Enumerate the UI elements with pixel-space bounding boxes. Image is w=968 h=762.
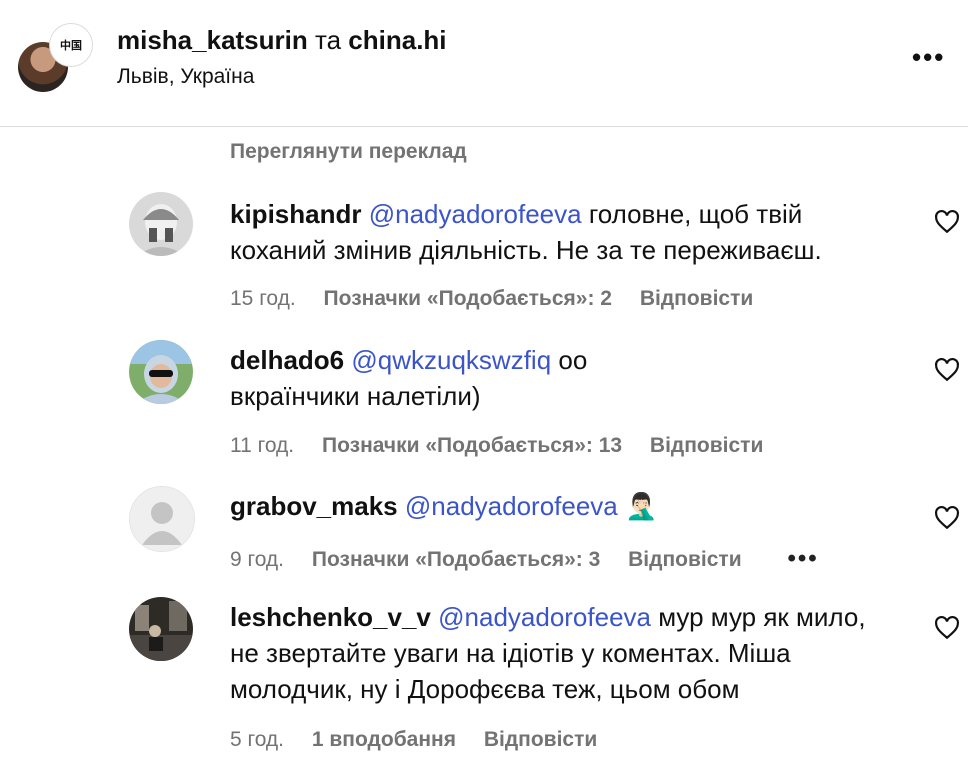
- comment-text: grabov_maks @nadyadorofeeva 🤦🏻‍♂️: [230, 488, 910, 524]
- comment-meta: 5 год. 1 вподобання Відповісти: [230, 728, 619, 752]
- facepalm-emoji: 🤦🏻‍♂️: [625, 491, 658, 521]
- mention-link[interactable]: @nadyadorofeeva: [369, 199, 582, 229]
- avatar-photo-icon: [129, 340, 193, 404]
- comment-text-line: мур мур як мило,: [651, 602, 866, 632]
- mention-link[interactable]: @nadyadorofeeva: [405, 491, 618, 521]
- commenter-username-link[interactable]: leshchenko_v_v: [230, 602, 431, 632]
- comment-meta: 9 год. Позначки «Подобається»: 3 Відпові…: [230, 545, 841, 573]
- comment-text-line: головне, щоб твій: [581, 199, 803, 229]
- reply-button[interactable]: Відповісти: [628, 548, 741, 571]
- comment-text: kipishandr @nadyadorofeeva головне, щоб …: [230, 196, 910, 268]
- mention-link[interactable]: @qwkzuqkswzfiq: [351, 345, 551, 375]
- likes-count-link[interactable]: Позначки «Подобається»: 3: [312, 548, 600, 571]
- comment-text: leshchenko_v_v @nadyadorofeeva мур мур я…: [230, 599, 910, 707]
- location-link[interactable]: Львів, Україна: [117, 65, 254, 89]
- like-heart-icon[interactable]: [934, 615, 960, 641]
- more-options-icon[interactable]: •••: [912, 42, 945, 73]
- collaborator-avatar-badge: 中国: [60, 40, 82, 52]
- commenter-avatar[interactable]: [129, 340, 193, 404]
- post-authors: misha_katsurin та china.hi: [117, 25, 447, 56]
- comment-meta: 15 год. Позначки «Подобається»: 2 Відпов…: [230, 287, 775, 311]
- comment-time[interactable]: 9 год.: [230, 548, 284, 571]
- post-header: 中国 misha_katsurin та china.hi Львів, Укр…: [0, 0, 968, 127]
- comment-text-line: оо: [551, 345, 588, 375]
- likes-count-link[interactable]: Позначки «Подобається»: 13: [322, 434, 622, 457]
- commenter-avatar[interactable]: [129, 486, 195, 552]
- comment-options-icon[interactable]: •••: [787, 545, 818, 572]
- comment-time[interactable]: 15 год.: [230, 287, 296, 310]
- commenter-avatar[interactable]: [129, 192, 193, 256]
- comment-meta: 11 год. Позначки «Подобається»: 13 Відпо…: [230, 434, 785, 458]
- commenter-username-link[interactable]: grabov_maks: [230, 491, 398, 521]
- comment-text-line: молодчик, ну і Дорофєєва теж, цьом обом: [230, 674, 740, 704]
- like-heart-icon[interactable]: [934, 209, 960, 235]
- comment-time[interactable]: 11 год.: [230, 434, 294, 457]
- collaborator-username-link[interactable]: china.hi: [348, 25, 446, 55]
- reply-button[interactable]: Відповісти: [484, 728, 597, 751]
- comment-text: delhado6 @qwkzuqkswzfiq оо вкраїнчики на…: [230, 342, 910, 414]
- avatar-photo-icon: [129, 597, 193, 661]
- likes-count-link[interactable]: 1 вподобання: [312, 728, 456, 751]
- comment-time[interactable]: 5 год.: [230, 728, 284, 751]
- comment-text-line: вкраїнчики налетіли): [230, 381, 481, 411]
- default-user-icon: [130, 487, 194, 551]
- reply-button[interactable]: Відповісти: [640, 287, 753, 310]
- comment-text-line: коханий змінив діяльність. Не за те пере…: [230, 235, 822, 265]
- reply-button[interactable]: Відповісти: [650, 434, 763, 457]
- commenter-avatar[interactable]: [129, 597, 193, 661]
- collab-avatars[interactable]: 中国: [18, 24, 92, 94]
- like-heart-icon[interactable]: [934, 357, 960, 383]
- authors-separator: та: [307, 25, 349, 55]
- owner-username-link[interactable]: misha_katsurin: [117, 25, 308, 55]
- likes-count-link[interactable]: Позначки «Подобається»: 2: [324, 287, 612, 310]
- commenter-username-link[interactable]: kipishandr: [230, 199, 361, 229]
- mention-link[interactable]: @nadyadorofeeva: [438, 602, 651, 632]
- view-translation-link[interactable]: Переглянути переклад: [230, 140, 467, 164]
- like-heart-icon[interactable]: [934, 505, 960, 531]
- avatar-photo-icon: [129, 192, 193, 256]
- commenter-username-link[interactable]: delhado6: [230, 345, 344, 375]
- comment-text-line: не звертайте уваги на ідіотів у коментах…: [230, 638, 791, 668]
- collaborator-avatar[interactable]: 中国: [50, 24, 92, 66]
